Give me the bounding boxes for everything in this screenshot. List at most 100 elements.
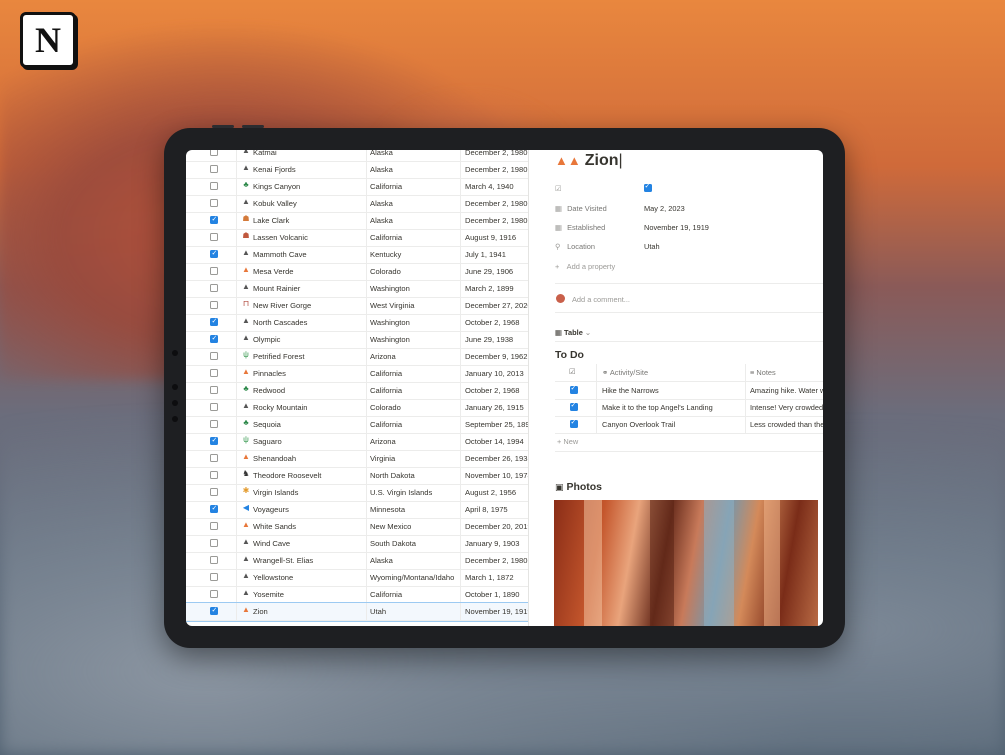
visited-checkbox[interactable] bbox=[210, 454, 218, 462]
park-name[interactable]: North Cascades bbox=[253, 318, 307, 327]
park-established-date[interactable]: October 1, 1890 bbox=[465, 590, 519, 599]
park-name[interactable]: Redwood bbox=[253, 386, 285, 395]
location-value[interactable]: Utah bbox=[644, 242, 660, 251]
todo-row[interactable]: Canyon Overlook Trail Less crowded than … bbox=[555, 416, 823, 434]
park-name[interactable]: Mesa Verde bbox=[253, 267, 294, 276]
visited-checkbox[interactable] bbox=[210, 386, 218, 394]
park-name[interactable]: Voyageurs bbox=[253, 505, 289, 514]
park-state[interactable]: California bbox=[370, 182, 402, 191]
table-row[interactable]: ▲ Yellowstone Wyoming/Montana/Idaho March 1… bbox=[186, 569, 528, 587]
visited-checkbox[interactable] bbox=[210, 556, 218, 564]
park-state[interactable]: California bbox=[370, 233, 402, 242]
visited-checkbox[interactable] bbox=[210, 199, 218, 207]
park-state[interactable]: Colorado bbox=[370, 403, 401, 412]
table-row[interactable]: ▲ White Sands New Mexico December 20, 2019 bbox=[186, 518, 528, 536]
park-established-date[interactable]: November 19, 1919 bbox=[465, 607, 528, 616]
checkbox-property-label[interactable]: ☑ bbox=[555, 184, 565, 193]
table-row[interactable]: ♣ Kings Canyon California March 4, 1940 bbox=[186, 178, 528, 196]
park-state[interactable]: Minnesota bbox=[370, 505, 405, 514]
park-state[interactable]: Alaska bbox=[370, 216, 393, 225]
park-established-date[interactable]: December 2, 1980 bbox=[465, 216, 527, 225]
park-established-date[interactable]: June 29, 1906 bbox=[465, 267, 513, 276]
park-name[interactable]: Kenai Fjords bbox=[253, 165, 296, 174]
date-visited-label[interactable]: ▦ Date Visited bbox=[555, 204, 607, 213]
park-established-date[interactable]: January 9, 1903 bbox=[465, 539, 519, 548]
park-established-date[interactable]: December 9, 1962 bbox=[465, 352, 527, 361]
park-name[interactable]: Zion bbox=[253, 607, 268, 616]
checkbox-column-icon[interactable]: ☑ bbox=[569, 367, 576, 376]
visited-checkbox[interactable] bbox=[210, 369, 218, 377]
park-name[interactable]: Yosemite bbox=[253, 590, 284, 599]
table-row[interactable]: ▲ Mesa Verde Colorado June 29, 1906 bbox=[186, 263, 528, 281]
table-row[interactable]: ▲Mammoth Cave Kentucky July 1, 1941 bbox=[186, 246, 528, 264]
park-established-date[interactable]: October 2, 1968 bbox=[465, 386, 519, 395]
visited-checkbox[interactable] bbox=[210, 182, 218, 190]
activity-column-header[interactable]: ⚭ Activity/Site bbox=[602, 368, 648, 377]
park-state[interactable]: Kentucky bbox=[370, 250, 401, 259]
park-established-date[interactable]: December 26, 1935 bbox=[465, 454, 528, 463]
park-state[interactable]: Virginia bbox=[370, 454, 395, 463]
table-row[interactable]: ♣ Redwood California October 2, 1968 bbox=[186, 382, 528, 400]
visited-checkbox[interactable] bbox=[210, 522, 218, 530]
park-name[interactable]: Wrangell-St. Elias bbox=[253, 556, 313, 565]
visited-checkbox[interactable] bbox=[210, 352, 218, 360]
table-row[interactable]: ▲ Shenandoah Virginia December 26, 1935 bbox=[186, 450, 528, 468]
table-row[interactable]: ▲ Rocky Mountain Colorado January 26, 1915 bbox=[186, 399, 528, 417]
park-name[interactable]: Virgin Islands bbox=[253, 488, 298, 497]
park-name[interactable]: Kobuk Valley bbox=[253, 199, 297, 208]
park-established-date[interactable]: August 9, 1916 bbox=[465, 233, 516, 242]
comment-input[interactable]: Add a comment... bbox=[572, 295, 630, 304]
table-row[interactable]: ψ Petrified Forest Arizona December 9, 1962 bbox=[186, 348, 528, 366]
todo-note[interactable]: Less crowded than the bbox=[750, 420, 823, 429]
visited-checkbox[interactable] bbox=[210, 573, 218, 581]
park-name[interactable]: Mammoth Cave bbox=[253, 250, 307, 259]
table-row[interactable]: ▲Olympic Washington June 29, 1938 bbox=[186, 331, 528, 349]
table-row[interactable]: ▲ Kobuk Valley Alaska December 2, 1980 bbox=[186, 195, 528, 213]
park-name[interactable]: Yellowstone bbox=[253, 573, 293, 582]
table-row[interactable]: ▲ Pinnacles California January 10, 2013 bbox=[186, 365, 528, 383]
park-state[interactable]: South Dakota bbox=[370, 539, 416, 548]
park-state[interactable]: California bbox=[370, 369, 402, 378]
park-state[interactable]: California bbox=[370, 386, 402, 395]
view-selector[interactable]: ▦ Table ⌄ bbox=[555, 328, 591, 337]
table-row[interactable]: ψ Saguaro Arizona October 14, 1994 bbox=[186, 433, 528, 451]
park-name[interactable]: Wind Cave bbox=[253, 539, 290, 548]
park-established-date[interactable]: December 2, 1980 bbox=[465, 150, 527, 157]
table-row[interactable]: ☗Lake Clark Alaska December 2, 1980 bbox=[186, 212, 528, 230]
visited-checkbox[interactable] bbox=[210, 504, 218, 513]
park-name[interactable]: Katmai bbox=[253, 150, 277, 157]
park-established-date[interactable]: March 4, 1940 bbox=[465, 182, 514, 191]
zion-narrows-photo[interactable] bbox=[554, 500, 818, 626]
park-name[interactable]: Sequoia bbox=[253, 420, 281, 429]
todo-row[interactable]: Make it to the top Angel's Landing Inten… bbox=[555, 399, 823, 417]
park-established-date[interactable]: December 2, 1980 bbox=[465, 556, 527, 565]
park-state[interactable]: West Virginia bbox=[370, 301, 414, 310]
visited-checkbox[interactable] bbox=[210, 590, 218, 598]
park-name[interactable]: Olympic bbox=[253, 335, 280, 344]
park-state[interactable]: New Mexico bbox=[370, 522, 411, 531]
visited-checkbox[interactable] bbox=[210, 150, 218, 156]
todo-activity[interactable]: Hike the Narrows bbox=[602, 386, 659, 395]
table-row[interactable]: ▲ Wind Cave South Dakota January 9, 1903 bbox=[186, 535, 528, 553]
table-row[interactable]: ▲Zion Utah November 19, 1919 bbox=[186, 602, 528, 622]
visited-checkbox[interactable] bbox=[210, 403, 218, 411]
park-name[interactable]: Rocky Mountain bbox=[253, 403, 307, 412]
todo-note[interactable]: Amazing hike. Water w bbox=[750, 386, 823, 395]
location-label[interactable]: ⚲ Location bbox=[555, 242, 595, 251]
park-name[interactable]: Saguaro bbox=[253, 437, 282, 446]
park-state[interactable]: Washington bbox=[370, 318, 410, 327]
visited-checkbox[interactable] bbox=[644, 182, 652, 192]
park-state[interactable]: California bbox=[370, 590, 402, 599]
park-established-date[interactable]: December 2, 1980 bbox=[465, 199, 527, 208]
park-established-date[interactable]: July 1, 1941 bbox=[465, 250, 506, 259]
add-property-button[interactable]: + Add a property bbox=[555, 262, 615, 271]
park-established-date[interactable]: April 8, 1975 bbox=[465, 505, 508, 514]
park-name[interactable]: Theodore Roosevelt bbox=[253, 471, 321, 480]
notes-column-header[interactable]: ≡ Notes bbox=[750, 368, 776, 377]
park-state[interactable]: Alaska bbox=[370, 199, 393, 208]
todo-row[interactable]: Hike the Narrows Amazing hike. Water w bbox=[555, 382, 823, 400]
visited-checkbox[interactable] bbox=[210, 471, 218, 479]
table-row[interactable]: ♞ Theodore Roosevelt North Dakota November … bbox=[186, 467, 528, 485]
park-name[interactable]: Lassen Volcanic bbox=[253, 233, 308, 242]
table-row[interactable]: ▲ Mount Rainier Washington March 2, 1899 bbox=[186, 280, 528, 298]
